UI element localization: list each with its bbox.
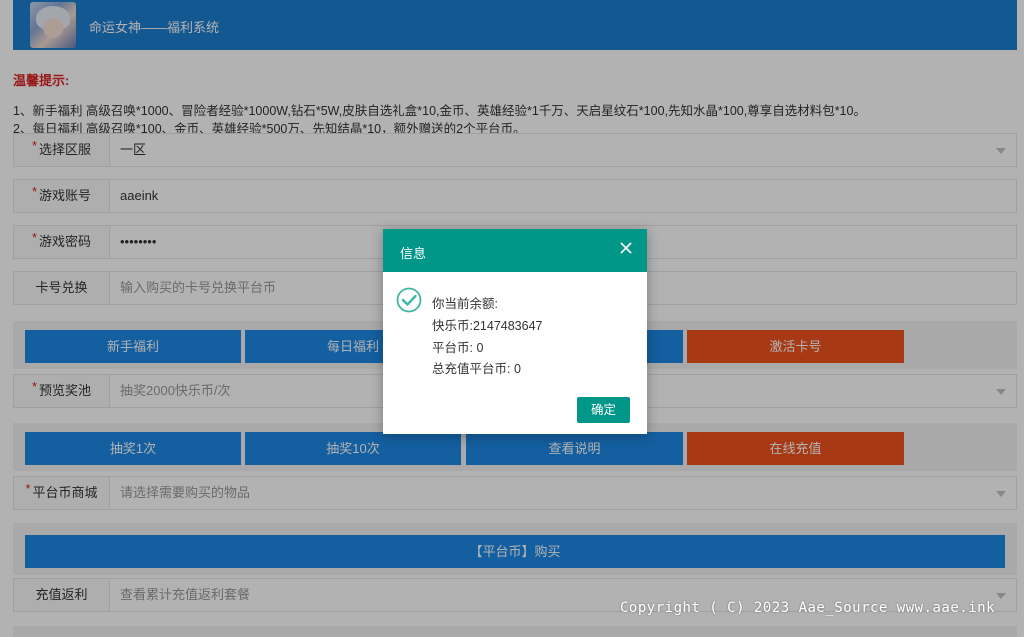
dialog-title: 信息: [400, 246, 427, 261]
platform-coin-balance: 平台币: 0: [432, 341, 484, 355]
dialog-header: 信息: [383, 229, 647, 272]
balance-heading: 你当前余额:: [432, 297, 498, 311]
check-circle-icon: [396, 287, 422, 313]
total-recharge-balance: 总充值平台币: 0: [432, 362, 521, 376]
copyright-watermark: Copyright ( C) 2023 Aae_Source www.aae.i…: [620, 600, 996, 616]
happy-coin-balance: 快乐币:2147483647: [432, 319, 543, 333]
info-dialog: 信息 你当前余额: 快乐币:2147483647 平台币: 0 总充值平台币: …: [383, 229, 647, 434]
confirm-button[interactable]: 确定: [577, 397, 630, 423]
close-icon[interactable]: [619, 241, 633, 255]
